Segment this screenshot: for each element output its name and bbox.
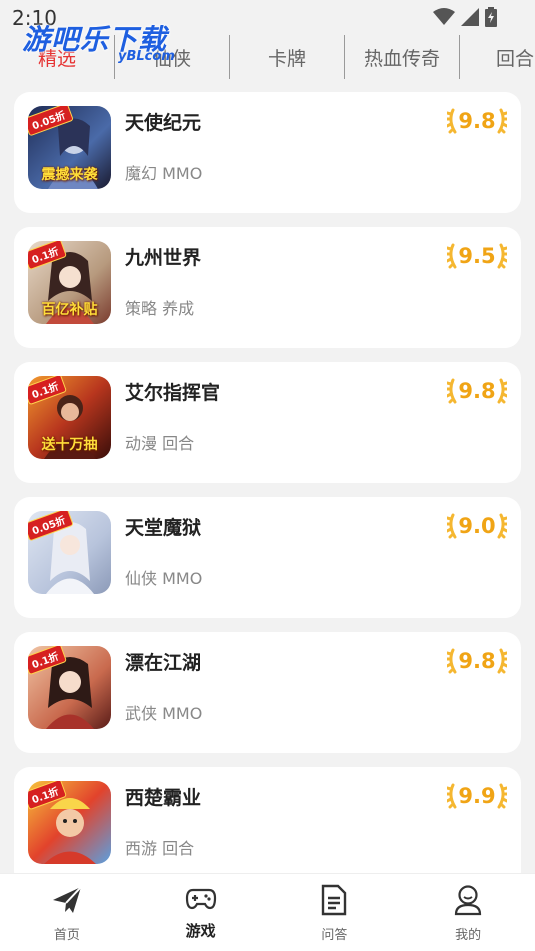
tab-legend[interactable]: 热血传奇 xyxy=(345,35,460,79)
nav-label: 我的 xyxy=(455,928,482,943)
game-thumbnail: 0.05折 xyxy=(28,511,111,594)
game-thumbnail: 0.1折 xyxy=(28,781,111,864)
game-tags: 西游 回合 xyxy=(125,839,195,858)
game-card[interactable]: 0.1折 西楚霸业 西游 回合 9.9 xyxy=(14,767,521,888)
score-badge: 9.8 xyxy=(447,104,507,138)
game-name: 天使纪元 xyxy=(125,112,202,134)
bottom-nav: 首页 游戏 问答 我的 xyxy=(0,873,535,951)
game-name: 艾尔指挥官 xyxy=(125,382,221,404)
status-icons xyxy=(433,7,497,27)
signal-icon xyxy=(461,8,479,26)
game-tags: 策略 养成 xyxy=(125,299,195,318)
score-value: 9.5 xyxy=(458,244,496,268)
score-badge: 9.0 xyxy=(447,509,507,543)
nav-home[interactable]: 首页 xyxy=(0,874,134,951)
game-card[interactable]: 0.05折 震撼来袭 天使纪元 魔幻 MMO 9.8 xyxy=(14,92,521,213)
game-card[interactable]: 0.1折 送十万抽 艾尔指挥官 动漫 回合 9.8 xyxy=(14,362,521,483)
promo-text: 震撼来袭 xyxy=(41,167,98,183)
score-value: 9.0 xyxy=(458,514,496,538)
game-list: 0.05折 震撼来袭 天使纪元 魔幻 MMO 9.8 0.1折 百亿补贴 九州世… xyxy=(14,92,521,902)
game-thumbnail: 0.1折 xyxy=(28,646,111,729)
nav-label: 首页 xyxy=(53,928,80,943)
nav-label: 游戏 xyxy=(185,922,216,940)
game-tags: 动漫 回合 xyxy=(125,434,195,453)
game-thumbnail: 0.1折 送十万抽 xyxy=(28,376,111,459)
game-tags: 魔幻 MMO xyxy=(125,164,203,183)
game-tags: 仙侠 MMO xyxy=(125,569,203,588)
score-badge: 9.8 xyxy=(447,374,507,408)
game-card[interactable]: 0.1折 漂在江湖 武侠 MMO 9.8 xyxy=(14,632,521,753)
tab-turn-based[interactable]: 回合 xyxy=(460,35,535,79)
score-value: 9.9 xyxy=(458,784,496,808)
score-badge: 9.8 xyxy=(447,644,507,678)
nav-qa[interactable]: 问答 xyxy=(268,874,402,951)
score-badge: 9.9 xyxy=(447,779,507,813)
user-icon xyxy=(455,885,482,916)
wifi-icon xyxy=(433,8,455,25)
game-thumbnail: 0.05折 震撼来袭 xyxy=(28,106,111,189)
game-name: 西楚霸业 xyxy=(125,787,202,809)
document-icon xyxy=(322,884,347,916)
nav-games[interactable]: 游戏 xyxy=(134,874,268,951)
game-card[interactable]: 0.05折 天堂魔狱 仙侠 MMO 9.0 xyxy=(14,497,521,618)
promo-text: 送十万抽 xyxy=(41,437,98,453)
battery-icon xyxy=(485,7,497,27)
tab-card[interactable]: 卡牌 xyxy=(230,35,345,79)
game-name: 九州世界 xyxy=(125,247,202,269)
game-name: 漂在江湖 xyxy=(125,652,202,674)
game-thumbnail: 0.1折 百亿补贴 xyxy=(28,241,111,324)
promo-text: 百亿补贴 xyxy=(41,302,98,318)
game-name: 天堂魔狱 xyxy=(125,517,202,539)
watermark-sub: yBLcom xyxy=(118,49,175,64)
game-tags: 武侠 MMO xyxy=(125,704,203,723)
gamepad-icon xyxy=(185,888,216,910)
nav-profile[interactable]: 我的 xyxy=(401,874,535,951)
score-value: 9.8 xyxy=(458,109,496,133)
game-card[interactable]: 0.1折 百亿补贴 九州世界 策略 养成 9.5 xyxy=(14,227,521,348)
score-badge: 9.5 xyxy=(447,239,507,273)
score-value: 9.8 xyxy=(458,649,496,673)
nav-label: 问答 xyxy=(321,928,348,943)
paper-plane-icon xyxy=(52,886,82,913)
score-value: 9.8 xyxy=(458,379,496,403)
